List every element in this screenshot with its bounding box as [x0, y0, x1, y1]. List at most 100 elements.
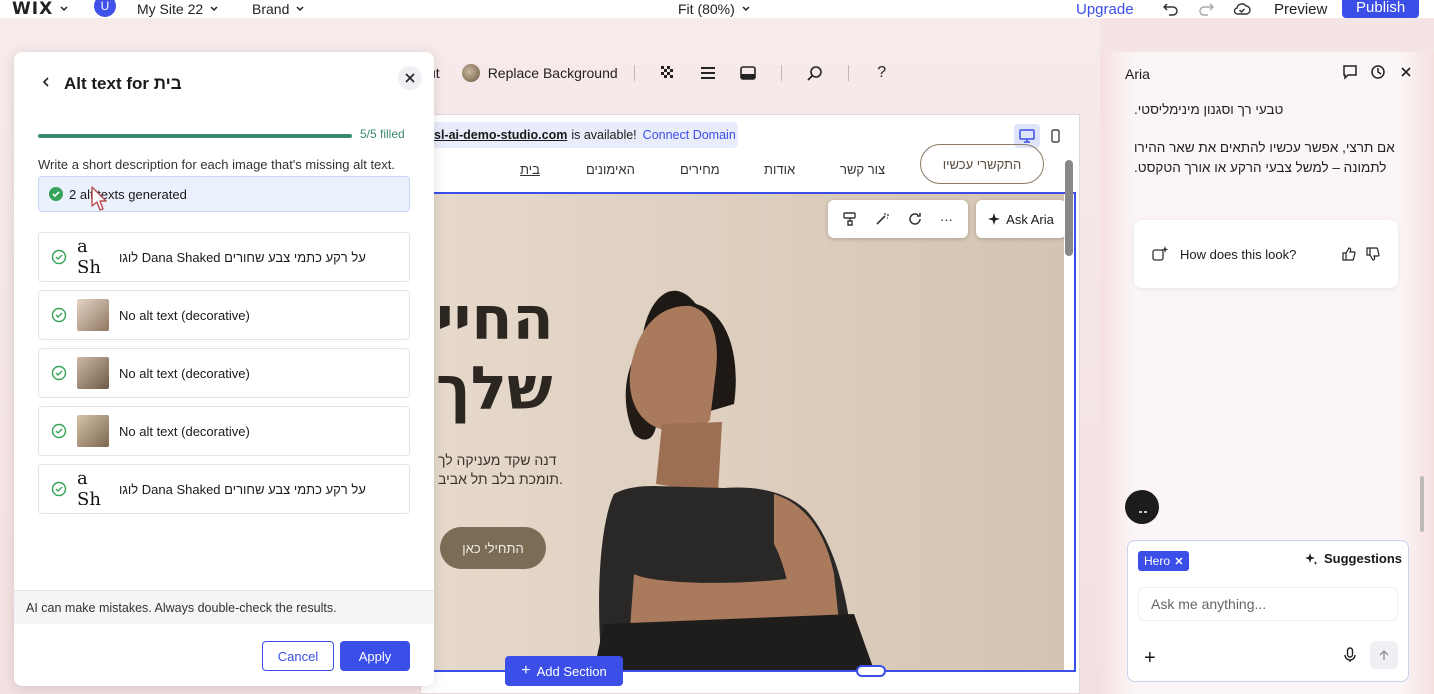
- add-attachment-button[interactable]: +: [1144, 647, 1156, 670]
- cloud-check-icon: [1233, 3, 1251, 15]
- canvas-scrollbar[interactable]: [1065, 160, 1073, 256]
- list-item[interactable]: No alt text (decorative): [38, 348, 410, 398]
- paint-roller-icon: [843, 212, 856, 226]
- mobile-view-button[interactable]: [1046, 124, 1064, 148]
- chip-remove-icon[interactable]: [1175, 557, 1183, 565]
- close-aria-button[interactable]: [1398, 64, 1414, 80]
- aria-message: אם תרצי, אפשר עכשיו להתאים את שאר ההירו …: [1134, 140, 1395, 176]
- history-button[interactable]: [1370, 64, 1386, 80]
- list-item[interactable]: No alt text (decorative): [38, 406, 410, 456]
- chevron-down-icon: [60, 6, 68, 12]
- chat-composer: Hero Suggestions +: [1127, 540, 1409, 682]
- design-button[interactable]: [843, 212, 857, 226]
- image-frame-icon: [739, 66, 756, 80]
- ai-disclaimer: AI can make mistakes. Always double-chec…: [14, 590, 434, 624]
- save-status-button[interactable]: [1233, 0, 1251, 18]
- chevron-down-icon: [210, 6, 218, 12]
- transparency-button[interactable]: [659, 64, 677, 82]
- list-item[interactable]: a Sh לוגו Dana Shaked על רקע כתמי צבע שחו…: [38, 464, 410, 514]
- preview-button[interactable]: Preview: [1274, 0, 1327, 18]
- send-button[interactable]: [1370, 641, 1398, 669]
- help-button[interactable]: ?: [873, 64, 891, 82]
- chat-input[interactable]: [1138, 587, 1398, 621]
- thumbs-down-button[interactable]: [1366, 247, 1380, 261]
- nav-item-about[interactable]: אודות: [764, 162, 795, 177]
- publish-label: Publish: [1342, 0, 1420, 18]
- nav-item-contact[interactable]: צור קשר: [840, 162, 885, 177]
- ai-sparkle-icon: [1152, 246, 1169, 261]
- arrow-up-icon: [1379, 649, 1389, 660]
- add-section-button[interactable]: + Add Section: [505, 656, 623, 686]
- list-item[interactable]: a Sh לוגו Dana Shaked על רקע כתמי צבע שחו…: [38, 232, 410, 282]
- check-circle-outline-icon: [51, 423, 67, 439]
- nav-item-home[interactable]: בית: [520, 162, 540, 177]
- divider: [633, 65, 635, 81]
- mobile-icon: [1050, 129, 1060, 143]
- suggestions-label: Suggestions: [1324, 551, 1403, 566]
- image-tools-toolbar: ut Replace Background ?: [420, 56, 899, 90]
- generated-banner-text: 2 alt texts generated: [69, 186, 187, 202]
- aria-panel-title: Aria: [1125, 66, 1150, 82]
- thumbs-up-icon: [1342, 247, 1356, 261]
- brand-menu[interactable]: Brand: [252, 0, 305, 18]
- apply-button[interactable]: Apply: [340, 641, 410, 671]
- site-selector[interactable]: My Site 22: [137, 0, 219, 18]
- publish-button[interactable]: Publish: [1342, 0, 1420, 18]
- sparkle-icon: [988, 213, 1001, 225]
- domain-name: sl-ai-demo-studio.com: [434, 128, 568, 142]
- connect-domain-link[interactable]: Connect Domain: [643, 128, 736, 142]
- context-chip[interactable]: Hero: [1138, 551, 1190, 571]
- alt-text-value: No alt text (decorative): [119, 365, 250, 381]
- regenerate-button[interactable]: [908, 212, 922, 226]
- search-image-button[interactable]: [806, 64, 824, 82]
- replace-background-label: Replace Background: [487, 65, 618, 81]
- back-button[interactable]: [38, 74, 54, 90]
- feedback-question: How does this look?: [1180, 246, 1297, 262]
- ai-tools-button[interactable]: [875, 212, 890, 226]
- more-actions-button[interactable]: ···: [940, 212, 953, 227]
- selection-outline: [432, 192, 1076, 672]
- replace-background-button[interactable]: Replace Background: [461, 64, 618, 82]
- suggestions-button[interactable]: Suggestions: [1304, 551, 1402, 566]
- section-resize-handle[interactable]: [856, 665, 886, 677]
- list-item[interactable]: No alt text (decorative): [38, 290, 410, 340]
- close-button[interactable]: [398, 66, 422, 90]
- clock-icon: [1371, 65, 1385, 79]
- check-circle-outline-icon: [51, 249, 67, 265]
- refresh-icon: [908, 213, 921, 225]
- divider: [780, 65, 782, 81]
- hamburger-icon: [700, 67, 715, 79]
- redo-icon: [1199, 3, 1214, 16]
- crop-button[interactable]: [739, 64, 757, 82]
- call-now-button[interactable]: התקשרי עכשיו: [920, 144, 1044, 184]
- account-avatar-button[interactable]: U: [94, 0, 116, 18]
- wix-logo-menu[interactable]: WIX: [12, 0, 69, 19]
- checkerboard-icon: [660, 66, 673, 78]
- zoom-selector[interactable]: Fit (80%): [678, 0, 751, 18]
- zoom-label: Fit (80%): [678, 1, 735, 17]
- redo-button[interactable]: [1198, 0, 1214, 18]
- alt-text-value: לוגו Dana Shaked על רקע כתמי צבע שחורים: [119, 249, 366, 265]
- thumbs-up-button[interactable]: [1342, 247, 1356, 261]
- close-icon: [1401, 67, 1411, 77]
- site-navigation: בית האימונים מחירים אודות צור קשר התקשרי…: [430, 144, 1064, 190]
- cancel-button[interactable]: Cancel: [262, 641, 334, 671]
- undo-button[interactable]: [1163, 0, 1179, 18]
- wix-logo: WIX: [12, 0, 54, 19]
- nav-item-trainings[interactable]: האימונים: [586, 162, 635, 177]
- magnifier-icon: [807, 66, 822, 81]
- microphone-button[interactable]: [1342, 647, 1358, 663]
- site-name: My Site 22: [137, 1, 204, 17]
- top-bar: WIX U My Site 22 Brand Fit (80%) Upgrade…: [0, 0, 1434, 19]
- ask-aria-button[interactable]: Ask Aria: [976, 200, 1066, 238]
- plus-icon: +: [521, 662, 531, 679]
- chevron-down-icon: [742, 6, 750, 12]
- layout-button[interactable]: [699, 64, 717, 82]
- upgrade-link[interactable]: Upgrade: [1076, 0, 1134, 18]
- undo-icon: [1163, 3, 1178, 16]
- alt-text-value: No alt text (decorative): [119, 423, 250, 439]
- chevron-left-icon: [42, 77, 49, 87]
- nav-item-prices[interactable]: מחירים: [680, 162, 720, 177]
- aria-scrollbar[interactable]: [1420, 476, 1424, 532]
- chat-button[interactable]: [1342, 64, 1358, 80]
